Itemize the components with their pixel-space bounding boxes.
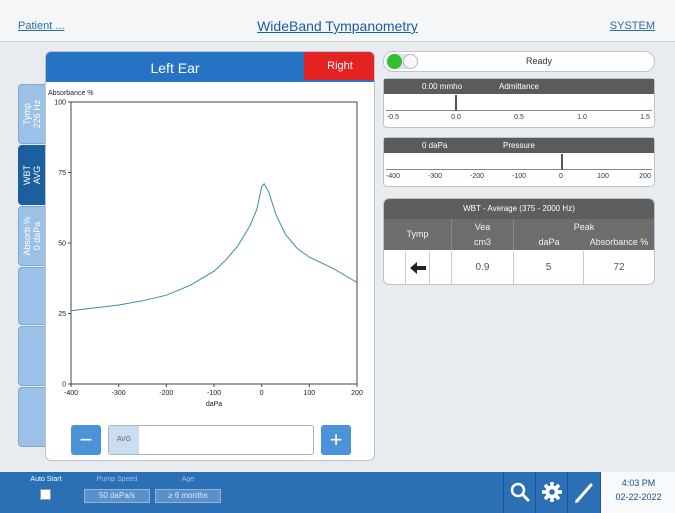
pressure-header: 0 daPa Pressure — [384, 138, 654, 153]
pressure-tick: 200 — [639, 173, 651, 180]
status-text: Ready — [525, 56, 552, 66]
average-slider[interactable]: AVG — [108, 425, 314, 455]
peak-dapa-value: 5 — [514, 251, 584, 284]
ear-panel: Left Ear Right -400 -300 -200 -100 0 100 200 0 2… — [45, 51, 375, 461]
admittance-header: 0.00 mmho Admittance — [384, 79, 654, 94]
auto-start-checkbox[interactable] — [40, 489, 51, 500]
pencil-icon — [575, 483, 593, 503]
y-tick-label: 50 — [58, 241, 66, 248]
pressure-tick: 100 — [597, 173, 609, 180]
admittance-name: Admittance — [498, 82, 540, 91]
y-tick-label: 0 — [62, 382, 66, 389]
x-tick-label: 100 — [303, 390, 315, 397]
tab-wbt-avg[interactable]: WBT AVG — [18, 145, 46, 205]
edit-button[interactable] — [567, 472, 599, 513]
clock-time: 4:03 PM — [621, 478, 656, 488]
age-select[interactable]: ≥ 6 months — [155, 489, 221, 503]
bottom-bar: Auto Start Pump Speed 50 daPa/s Age ≥ 6 … — [0, 472, 675, 513]
wbt-table-title: WBT - Average (375 - 2000 Hz) — [384, 199, 654, 219]
pressure-tick: 0 — [559, 173, 563, 180]
pressure-gauge: 0 daPa Pressure -400 -300 -200 -100 0 10… — [383, 137, 655, 187]
col-tymp-header: Tymp — [384, 219, 452, 250]
admittance-needle — [455, 95, 457, 111]
plus-button[interactable]: + — [321, 425, 351, 455]
pressure-name: Pressure — [502, 141, 535, 150]
right-ear-tab[interactable]: Right — [304, 52, 374, 80]
admittance-ticks: -0.5 0.0 0.5 1.0 1.5 — [384, 114, 654, 124]
tab-empty-5[interactable] — [18, 326, 46, 386]
x-tick-label: -200 — [159, 390, 173, 397]
x-tick-label: -400 — [64, 390, 78, 397]
tab-wbt-avg-label: WBT AVG — [22, 165, 42, 185]
left-ear-title[interactable]: Left Ear — [46, 60, 304, 76]
y-tick-label: 25 — [58, 311, 66, 318]
status-bar: Ready — [383, 51, 655, 72]
pressure-needle — [561, 154, 563, 170]
admittance-tick: -0.5 — [386, 114, 400, 121]
y-axis-label: Absorbance % — [48, 90, 94, 97]
search-icon — [510, 482, 530, 502]
minus-button[interactable]: − — [71, 425, 101, 455]
tab-absorb-0dapa[interactable]: Absorb % 0 daPa — [18, 206, 46, 266]
plot-frame — [70, 101, 358, 385]
x-tick-label: 0 — [260, 390, 264, 397]
table-row-spacer — [430, 251, 452, 284]
pressure-ticks: -400 -300 -200 -100 0 100 200 — [384, 173, 654, 183]
clock-date: 02-22-2022 — [615, 492, 662, 502]
gear-icon — [542, 482, 562, 502]
status-toggle[interactable] — [386, 54, 418, 69]
tab-tymp-226-label: Tymp 226 Hz — [22, 99, 42, 129]
y-tick-label: 75 — [58, 170, 66, 177]
table-row-spacer — [384, 251, 406, 284]
admittance-tick: 0.5 — [514, 114, 524, 121]
average-slider-row: − AVG + — [71, 425, 351, 455]
top-bar: Patient ... WideBand Tympanometry SYSTEM — [0, 0, 675, 42]
absorbance-chart: -400 -300 -200 -100 0 100 200 0 25 50 75 100 Absorb… — [46, 84, 374, 460]
tab-empty-4[interactable] — [18, 267, 46, 325]
admittance-tick: 0.0 — [451, 114, 461, 121]
pump-speed-select[interactable]: 50 daPa/s — [84, 489, 150, 503]
toggle-knob-icon — [403, 54, 418, 69]
settings-button[interactable] — [535, 472, 567, 513]
pressure-bar — [386, 154, 652, 170]
ear-header: Left Ear Right — [46, 52, 374, 82]
pressure-tick: -100 — [511, 173, 527, 180]
ready-indicator-icon — [387, 54, 402, 69]
pressure-tick: -400 — [385, 173, 401, 180]
tab-absorb-0dapa-label: Absorb % 0 daPa — [22, 216, 42, 256]
x-tick-label: 200 — [351, 390, 363, 397]
peak-absorbance-value: 72 — [613, 262, 625, 273]
absorbance-series-line — [70, 182, 358, 312]
search-button[interactable] — [503, 472, 535, 513]
left-arrow-icon[interactable] — [406, 251, 430, 284]
x-tick-label: -100 — [207, 390, 221, 397]
pressure-tick: -300 — [427, 173, 443, 180]
col-vea-header: Vea cm3 — [452, 219, 514, 250]
admittance-bar — [386, 95, 652, 111]
slider-thumb[interactable]: AVG — [109, 426, 139, 454]
x-axis-label: daPa — [206, 401, 222, 408]
admittance-tick: 1.5 — [640, 114, 650, 121]
system-link[interactable]: SYSTEM — [610, 20, 655, 32]
wbt-results-table: WBT - Average (375 - 2000 Hz) Tymp Vea c… — [383, 198, 655, 285]
tab-tymp-226[interactable]: Tymp 226 Hz — [18, 84, 46, 144]
admittance-tick: 1.0 — [577, 114, 587, 121]
page-title: WideBand Tympanometry — [257, 18, 418, 34]
admittance-gauge: 0.00 mmho Admittance -0.5 0.0 0.5 1.0 1.… — [383, 78, 655, 128]
tab-empty-6[interactable] — [18, 387, 46, 447]
auto-start-label: Auto Start — [30, 476, 62, 483]
vea-value: 0.9 — [452, 251, 514, 284]
age-label: Age — [181, 476, 195, 483]
y-tick-label: 100 — [54, 100, 66, 107]
absorbance-chart-svg: -400 -300 -200 -100 0 100 200 0 25 50 75 100 Absorb… — [48, 90, 363, 408]
pressure-tick: -200 — [469, 173, 485, 180]
col-peak-header: Peak daPa Absorbance % — [514, 219, 654, 250]
clock: 4:03 PM 02-22-2022 — [600, 472, 675, 513]
pump-speed-label: Pump Speed — [96, 476, 138, 483]
x-tick-label: -300 — [112, 390, 126, 397]
